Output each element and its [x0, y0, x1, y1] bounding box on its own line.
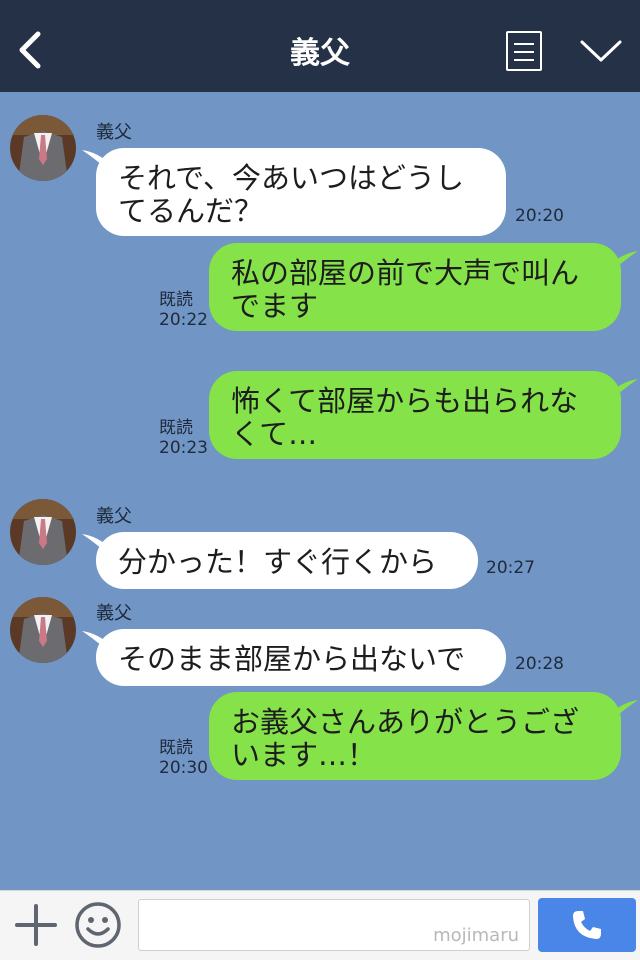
message-bubble[interactable]: 怖くて部屋からも出られな くて…: [209, 371, 621, 459]
message-time: 20:27: [486, 558, 535, 578]
chat-title: 義父: [290, 36, 350, 71]
message-time: 20:20: [515, 206, 564, 226]
call-button[interactable]: [538, 898, 636, 952]
bubble-tail: [612, 700, 638, 720]
bubble-tail: [612, 379, 638, 399]
sender-name: 義父: [96, 603, 132, 624]
plus-icon[interactable]: [14, 903, 58, 947]
chat-header: 義父: [0, 0, 640, 92]
read-receipt: 既読 20:23: [159, 418, 208, 458]
chat-area[interactable]: 義父 それで、今あいつはどうし てるんだ？ 20:20 既読 20:22 私の部…: [0, 92, 640, 890]
message-time: 20:28: [515, 654, 564, 674]
message-bubble[interactable]: お義父さんありがとうござ います…！: [209, 692, 621, 780]
input-bar: mojimaru: [0, 890, 640, 960]
smiley-icon[interactable]: [74, 901, 122, 949]
message-bubble[interactable]: 分かった！すぐ行くから: [96, 532, 478, 589]
message-bubble[interactable]: それで、今あいつはどうし てるんだ？: [96, 148, 506, 236]
avatar[interactable]: [10, 499, 76, 565]
phone-icon: [573, 911, 601, 939]
read-receipt: 既読 20:22: [159, 290, 208, 330]
sender-name: 義父: [96, 506, 132, 527]
sender-name: 義父: [96, 122, 132, 143]
menu-icon[interactable]: [506, 31, 542, 71]
watermark: mojimaru: [433, 925, 519, 946]
bubble-tail: [612, 251, 638, 271]
avatar[interactable]: [10, 115, 76, 181]
message-bubble[interactable]: そのまま部屋から出ないで: [96, 629, 506, 686]
read-receipt: 既読 20:30: [159, 738, 208, 778]
message-bubble[interactable]: 私の部屋の前で大声で叫ん でます: [209, 243, 621, 331]
avatar[interactable]: [10, 597, 76, 663]
message-input[interactable]: mojimaru: [138, 899, 530, 951]
chevron-down-icon[interactable]: [578, 36, 624, 66]
